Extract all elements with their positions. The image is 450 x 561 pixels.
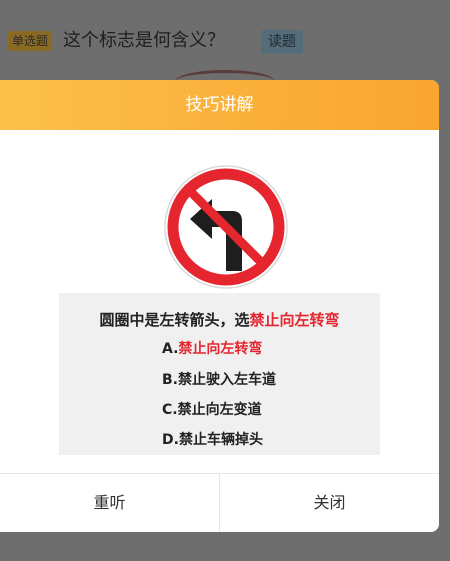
option-text: 禁止向左转弯: [178, 341, 263, 357]
option-text: 禁止驶入左车道: [178, 372, 276, 388]
replay-button[interactable]: 重听: [0, 474, 220, 532]
modal-footer: 重听 关闭: [0, 473, 439, 532]
question-bar: 单选题 这个标志是何含义？ 读题: [0, 0, 450, 80]
option-letter: A.: [162, 341, 179, 357]
explanation-box: 圆圈中是左转箭头，选禁止向左转弯 A.禁止向左转弯 B.禁止驶入左车道 C.禁止…: [59, 293, 380, 455]
tips-modal: 技巧讲解 圆圈中是左转箭头，选禁止向左转弯 A.禁止向左转弯 B.禁止驶入左车道…: [0, 80, 439, 532]
option-a: A.禁止向左转弯: [162, 338, 262, 358]
option-d: D.禁止车辆掉头: [162, 429, 263, 449]
close-button[interactable]: 关闭: [220, 474, 439, 532]
option-letter: D.: [162, 432, 179, 448]
hint-answer: 禁止向左转弯: [249, 311, 340, 329]
no-left-turn-sign-icon: [160, 163, 293, 289]
option-b: B.禁止驶入左车道: [162, 369, 276, 389]
option-text: 禁止向左变道: [177, 402, 262, 418]
option-letter: C.: [162, 402, 178, 418]
option-c: C.禁止向左变道: [162, 399, 262, 419]
explanation-hint: 圆圈中是左转箭头，选禁止向左转弯: [59, 309, 380, 330]
question-text: 这个标志是何含义？: [63, 30, 225, 51]
hint-prefix: 圆圈中是左转箭头，选: [99, 311, 250, 329]
question-type-badge: 单选题: [8, 31, 53, 51]
read-question-button[interactable]: 读题: [261, 30, 303, 54]
option-text: 禁止车辆掉头: [178, 432, 263, 448]
modal-title: 技巧讲解: [0, 80, 439, 130]
option-letter: B.: [162, 372, 178, 388]
